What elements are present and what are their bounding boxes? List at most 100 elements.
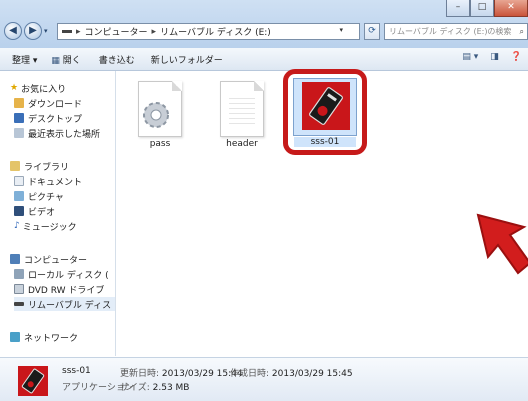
open-icon: ▦ [51, 55, 63, 66]
nav-label: お気に入り [21, 84, 67, 95]
downloads-folder-icon [14, 98, 24, 108]
created-label: 作成日時: [230, 369, 270, 379]
file-name: pass [149, 139, 171, 149]
refresh-button[interactable]: ⟳ [364, 23, 380, 40]
minimize-button[interactable]: – [446, 0, 470, 17]
nav-label: ピクチャ [28, 192, 64, 203]
file-item-sss-01[interactable] [293, 78, 357, 136]
nav-label: デスクトップ [28, 114, 83, 125]
recent-pages-chevron-icon[interactable]: ▾ [44, 27, 48, 35]
size-label: サイズ: [120, 383, 150, 393]
app-icon [18, 366, 48, 396]
file-item-header[interactable]: header [204, 81, 280, 149]
app-device-icon [21, 368, 45, 394]
app-device-icon [309, 87, 343, 125]
file-name: sss-01 [294, 137, 356, 147]
nav-computer[interactable]: コンピューター [10, 252, 87, 266]
nav-label: ネットワーク [24, 333, 79, 344]
detail-created: 作成日時: 2013/03/29 15:45 [230, 366, 353, 379]
window-controls: – □ ✕ [446, 0, 528, 18]
search-icon[interactable]: ⌕ [520, 24, 524, 39]
change-view-icon[interactable]: ▤ ▾ [462, 52, 478, 62]
library-icon [10, 161, 20, 171]
nav-documents[interactable]: ドキュメント [14, 174, 82, 188]
nav-local-disk[interactable]: ローカル ディスク ( [14, 267, 109, 281]
network-icon [10, 332, 20, 342]
nav-label: ビデオ [28, 207, 56, 218]
search-input[interactable]: リムーバブル ディスク (E:)の検索 ⌕ [384, 23, 528, 40]
nav-pictures[interactable]: ピクチャ [14, 189, 64, 203]
detail-file-name: sss-01 [62, 366, 91, 376]
view-controls: ▤ ▾ ◨ ❓ [462, 52, 522, 62]
navigation-pane: ★ お気に入り ダウンロード デスクトップ 最近表示した場所 ライブラリ ドキュメ… [0, 71, 116, 356]
new-folder-button[interactable]: 新しいフォルダー [151, 53, 223, 66]
nav-label: ライブラリ [24, 162, 70, 173]
file-list: pass header sss-01 [116, 69, 528, 356]
pictures-icon [14, 191, 24, 201]
local-disk-icon [14, 269, 24, 279]
nav-libraries[interactable]: ライブラリ [10, 159, 69, 173]
nav-music[interactable]: ♪ ミュージック [14, 219, 77, 233]
nav-label: ダウンロード [28, 99, 83, 110]
gear-document-icon [138, 81, 182, 137]
videos-icon [14, 206, 24, 216]
detail-modified: 更新日時: 2013/03/29 15:44 [120, 366, 243, 379]
forward-button[interactable]: ▶ [24, 22, 42, 40]
help-icon[interactable]: ❓ [511, 52, 522, 62]
removable-disk-icon [14, 302, 24, 306]
nav-network[interactable]: ネットワーク [10, 330, 78, 344]
page-fold [254, 81, 264, 91]
organize-button[interactable]: 整理 ▾ [12, 53, 37, 66]
title-bar: – □ ✕ ◀ ▶ ▾ ▸ コンピューター ▸ リムーバブル ディスク (E:)… [0, 0, 528, 49]
nav-label: リムーバブル ディス [28, 300, 112, 311]
nav-label: ミュージック [22, 222, 77, 233]
detail-size: サイズ: 2.53 MB [120, 380, 189, 393]
open-button[interactable]: ▦ 開く [51, 53, 80, 66]
created-value: 2013/03/29 15:45 [271, 369, 353, 379]
nav-label: DVD RW ドライブ [28, 285, 105, 296]
details-pane: sss-01 アプリケーション 更新日時: 2013/03/29 15:44 作… [0, 357, 528, 401]
nav-downloads[interactable]: ダウンロード [14, 96, 82, 110]
music-icon: ♪ [14, 221, 20, 231]
dvd-drive-icon [14, 284, 24, 294]
nav-label: ドキュメント [28, 177, 83, 188]
desktop-icon [14, 113, 24, 123]
open-label: 開く [62, 55, 81, 66]
gear-icon [143, 102, 169, 128]
size-value: 2.53 MB [152, 383, 190, 393]
file-name: header [226, 139, 258, 149]
burn-button[interactable]: 書き込む [99, 53, 135, 66]
star-icon: ★ [10, 83, 19, 93]
computer-icon [10, 254, 20, 264]
pointer-arrow-icon [476, 213, 528, 275]
breadcrumb-removable-disk[interactable]: リムーバブル ディスク (E:) [160, 25, 271, 38]
app-icon [302, 82, 350, 130]
breadcrumb-separator-icon: ▸ [76, 26, 81, 37]
nav-videos[interactable]: ビデオ [14, 204, 55, 218]
breadcrumb-separator-icon: ▸ [151, 26, 157, 37]
nav-label: ローカル ディスク ( [28, 270, 109, 281]
maximize-button[interactable]: □ [470, 0, 494, 17]
drive-icon [62, 30, 72, 33]
breadcrumb-computer[interactable]: コンピューター [85, 25, 148, 38]
nav-recent[interactable]: 最近表示した場所 [14, 126, 100, 140]
nav-label: コンピューター [24, 255, 88, 266]
search-placeholder: リムーバブル ディスク (E:)の検索 [389, 27, 512, 36]
documents-icon [14, 176, 24, 186]
recent-places-icon [14, 128, 24, 138]
nav-dvd-drive[interactable]: DVD RW ドライブ [14, 282, 104, 296]
file-item-pass[interactable]: pass [122, 81, 198, 149]
nav-label: 最近表示した場所 [28, 129, 101, 140]
close-button[interactable]: ✕ [494, 0, 528, 17]
nav-removable-disk[interactable]: リムーバブル ディス [14, 297, 115, 311]
document-icon [220, 81, 264, 137]
text-lines [229, 98, 255, 128]
nav-desktop[interactable]: デスクトップ [14, 111, 82, 125]
nav-favorites[interactable]: ★ お気に入り [10, 81, 66, 95]
back-button[interactable]: ◀ [4, 22, 22, 40]
highlight-frame: sss-01 [283, 69, 367, 155]
address-dropdown-icon[interactable]: ▾ [339, 26, 343, 34]
preview-pane-icon[interactable]: ◨ [490, 52, 499, 62]
explorer-window: – □ ✕ ◀ ▶ ▾ ▸ コンピューター ▸ リムーバブル ディスク (E:)… [0, 0, 528, 401]
address-bar[interactable]: ▸ コンピューター ▸ リムーバブル ディスク (E:) ▾ [57, 23, 360, 40]
